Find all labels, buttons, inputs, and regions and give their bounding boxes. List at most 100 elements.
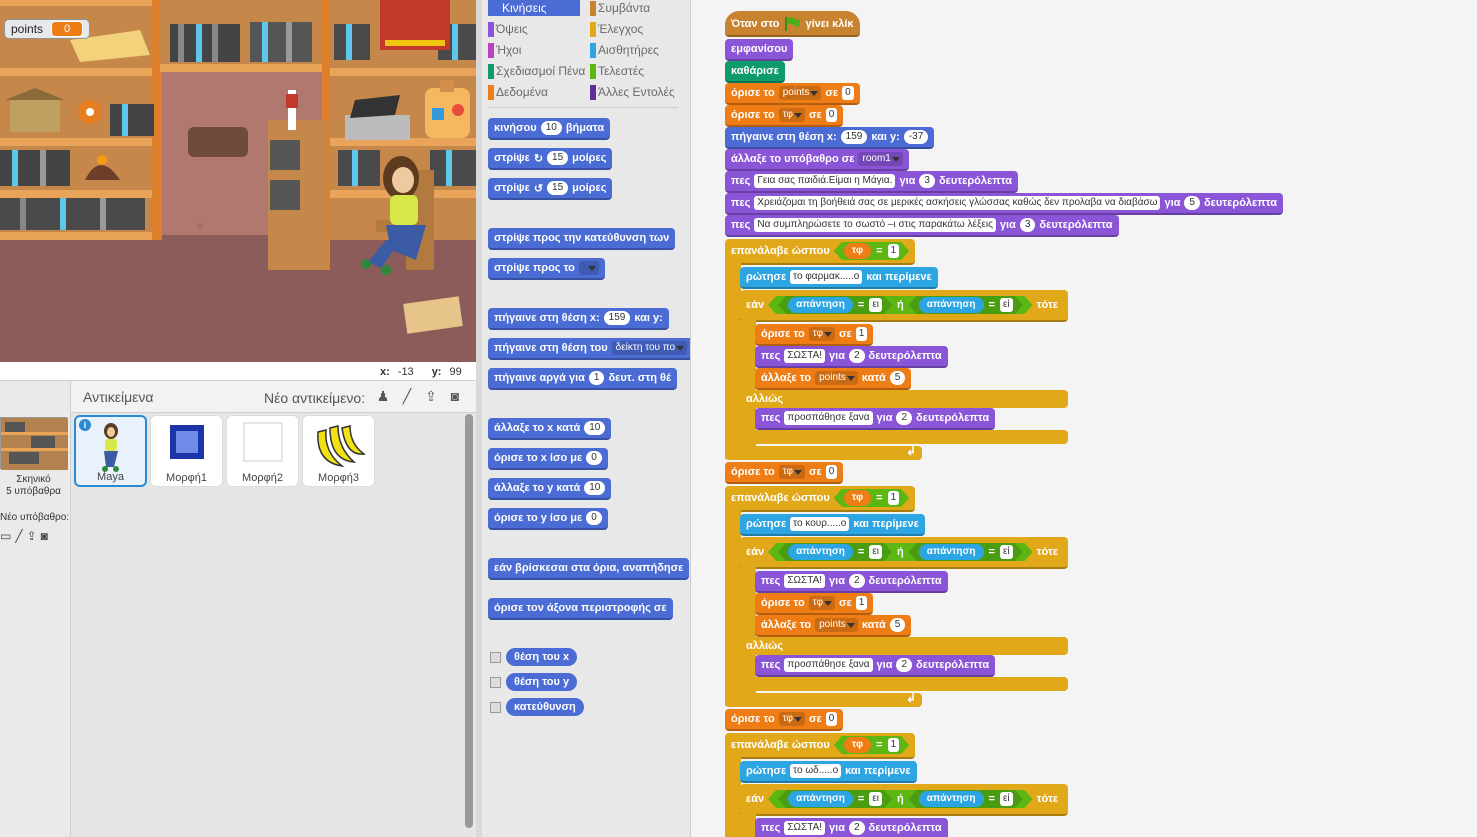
info-icon[interactable]: i	[79, 419, 91, 431]
sprite-library-icon[interactable]: ♟	[374, 387, 392, 405]
when-flag-clicked-hat[interactable]: Όταν στο γίνει κλίκ	[725, 11, 860, 37]
block-repeat-until-1[interactable]: επανάλαβε ώσπου τφ = 1	[725, 239, 916, 265]
y-position-checkbox[interactable]	[490, 677, 501, 688]
reporter-direction[interactable]: κατεύθυνση	[506, 698, 584, 716]
block-repeat-until-2[interactable]: επανάλαβε ώσπου τφ = 1	[725, 486, 916, 512]
block-set-rotation-style[interactable]: όρισε τον άξονα περιστροφής σε	[488, 598, 673, 620]
block-ask-2[interactable]: ρώτησε το κουρ.....ο και περίμενε	[740, 514, 925, 536]
stage-footer: x: -13 y: 99	[0, 362, 476, 380]
block-turn-left[interactable]: στρίψε ↺ 15 μοίρες	[488, 178, 613, 200]
block-set-points[interactable]: όρισε το points σε 0	[725, 83, 860, 105]
white-square-thumbnail	[243, 422, 282, 462]
block-clear[interactable]: καθάρισε	[725, 61, 785, 83]
sprite-tile-morfi2[interactable]: Μορφή2	[226, 415, 299, 487]
block-say-try-again[interactable]: πες προσπάθησε ξανα για 2 δευτερόλεπτα	[755, 655, 996, 677]
block-set-tf[interactable]: όρισε το τφ σε 0	[725, 709, 844, 731]
block-change-points[interactable]: άλλαξε το points κατά 5	[755, 368, 912, 390]
blue-square-thumbnail	[169, 425, 204, 459]
block-turn-right[interactable]: στρίψε ↻ 15 μοίρες	[488, 148, 613, 170]
block-ask-1[interactable]: ρώτησε το φαρμακ.....ο και περίμενε	[740, 267, 938, 289]
block-move-steps[interactable]: κινήσου 10 βήματα	[488, 118, 611, 140]
condition-or[interactable]: απάντηση = ει ή απάντηση = εί	[768, 296, 1033, 314]
block-set-tf[interactable]: όρισε το τφ σε 1	[755, 324, 874, 346]
script-area[interactable]: Όταν στο γίνει κλίκ εμφανίσου καθάρισε ό…	[691, 0, 1477, 837]
sprite-name: Maya	[97, 471, 124, 483]
category-control[interactable]: Έλεγχος	[590, 21, 643, 37]
block-repeat-until-3[interactable]: επανάλαβε ώσπου τφ = 1	[725, 733, 916, 759]
if-1-arm	[740, 320, 756, 448]
block-say-correct[interactable]: πες ΣΩΣΤΑ! για 2 δευτερόλεπτα	[755, 571, 948, 593]
block-switch-backdrop[interactable]: άλλαξε το υπόβαθρο σε room1	[725, 149, 909, 171]
block-point-in-direction[interactable]: στρίψε προς την κατεύθυνση των	[488, 228, 676, 250]
category-sensing[interactable]: Αισθητήρες	[590, 42, 659, 58]
points-variable-monitor[interactable]: points 0	[4, 19, 91, 39]
block-if-else-3[interactable]: εάν απάντηση = ει ή απάντηση = εί τότε	[740, 784, 1068, 816]
block-change-x[interactable]: άλλαξε το x κατά 10	[488, 418, 612, 440]
sprite-name: Μορφή1	[166, 472, 207, 484]
block-say-correct[interactable]: πες ΣΩΣΤΑ! για 2 δευτερόλεπτα	[755, 346, 948, 368]
block-go-to-xy[interactable]: πήγαινε στη θέση x: 159 και y: -37	[725, 127, 935, 149]
block-if-else-2[interactable]: εάν απάντηση = ει ή απάντηση = εί τότε	[740, 537, 1068, 569]
condition-equals[interactable]: τφ = 1	[834, 489, 909, 507]
loop-arrow-icon: ↲	[905, 444, 916, 458]
block-set-tf[interactable]: όρισε το τφ σε 0	[725, 105, 844, 127]
mouse-y-readout: y: 99	[431, 366, 462, 378]
sprites-title: Αντικείμενα	[83, 389, 154, 405]
sprite-tile-morfi1[interactable]: Μορφή1	[150, 415, 223, 487]
camera-icon[interactable]: ◙	[446, 387, 464, 405]
block-say-try-again[interactable]: πες προσπάθησε ξανα για 2 δευτερόλεπτα	[755, 408, 996, 430]
x-position-checkbox[interactable]	[490, 652, 501, 663]
block-go-to[interactable]: πήγαινε στη θέση του δείκτη του πο	[488, 338, 690, 360]
block-say-instructions[interactable]: πες Να συμπληρώσετε το σωστό –ι στις παρα…	[725, 215, 1119, 237]
block-change-points[interactable]: άλλαξε το points κατά 5	[755, 615, 912, 637]
block-set-y[interactable]: όρισε το y ίσο με 0	[488, 508, 608, 530]
block-set-tf[interactable]: όρισε το τφ σε 0	[725, 462, 844, 484]
category-events[interactable]: Συμβάντα	[590, 0, 650, 16]
category-data[interactable]: Δεδομένα	[488, 84, 548, 100]
green-flag-icon	[785, 17, 801, 31]
category-looks[interactable]: Όψεις	[488, 21, 528, 37]
block-change-y[interactable]: άλλαξε το y κατά 10	[488, 478, 612, 500]
stage[interactable]: points 0	[0, 0, 476, 362]
block-point-towards[interactable]: στρίψε προς το	[488, 258, 605, 280]
paintbrush-icon[interactable]: ╱	[398, 387, 416, 405]
loop-arrow-icon: ↲	[905, 691, 916, 705]
category-separator	[488, 107, 678, 108]
category-more-blocks[interactable]: Άλλες Εντολές	[590, 84, 675, 100]
condition-or[interactable]: απάντηση = ει ή απάντηση = εί	[768, 543, 1033, 561]
landscape-icon[interactable]: ▭	[0, 529, 11, 543]
sprites-scrollbar[interactable]	[465, 414, 473, 828]
block-go-to-xy[interactable]: πήγαινε στη θέση x: 159 και y:	[488, 308, 669, 330]
block-ask-3[interactable]: ρώτησε το ωδ.....ο και περίμενε	[740, 761, 917, 783]
camera-icon[interactable]: ◙	[41, 529, 48, 543]
direction-checkbox[interactable]	[490, 702, 501, 713]
block-say-correct[interactable]: πες ΣΩΣΤΑ! για 2 δευτερόλεπτα	[755, 818, 948, 837]
rotate-ccw-icon: ↺	[533, 182, 544, 195]
repeat-1-bottom: ↲	[725, 444, 922, 460]
paintbrush-icon[interactable]: ╱	[15, 529, 22, 543]
block-glide[interactable]: πήγαινε αργά για 1 δευτ. στη θέ	[488, 368, 677, 390]
backdrop-thumbnail[interactable]	[0, 417, 68, 470]
sprite-tile-morfi3[interactable]: Μορφή3	[302, 415, 375, 487]
library-backdrop	[0, 0, 476, 362]
reporter-x-position[interactable]: θέση του x	[506, 648, 578, 666]
block-bounce-on-edge[interactable]: εάν βρίσκεσαι στα όρια, αναπήδησε	[488, 558, 690, 580]
block-show[interactable]: εμφανίσου	[725, 39, 794, 61]
category-sound[interactable]: Ήχοι	[488, 42, 521, 58]
condition-equals[interactable]: τφ = 1	[834, 736, 909, 754]
block-set-tf[interactable]: όρισε το τφ σε 1	[755, 593, 874, 615]
upload-icon[interactable]: ⇪	[27, 529, 37, 543]
condition-equals[interactable]: τφ = 1	[834, 242, 909, 260]
block-set-x[interactable]: όρισε το x ίσο με 0	[488, 448, 608, 470]
block-say-help[interactable]: πες Χρειάζομαι τη βοήθειά σας σε μερικές …	[725, 193, 1284, 215]
reporter-y-position[interactable]: θέση του y	[506, 673, 578, 691]
sprite-tile-maya[interactable]: i Maya	[74, 415, 147, 487]
block-if-else-1[interactable]: εάν απάντηση = ει ή απάντηση = εί τότε	[740, 290, 1068, 322]
upload-icon[interactable]: ⇪	[422, 387, 440, 405]
block-say-intro[interactable]: πες Γεια σας παιδιά.Είμαι η Μάγια. για 3 δευ…	[725, 171, 1019, 193]
category-operators[interactable]: Τελεστές	[590, 63, 644, 79]
category-pen[interactable]: Σχεδιασμοί Πένα	[488, 63, 585, 79]
if-3-arm	[740, 814, 756, 837]
condition-or[interactable]: απάντηση = ει ή απάντηση = εί	[768, 790, 1033, 808]
category-motion[interactable]: Κινήσεις	[488, 0, 580, 16]
